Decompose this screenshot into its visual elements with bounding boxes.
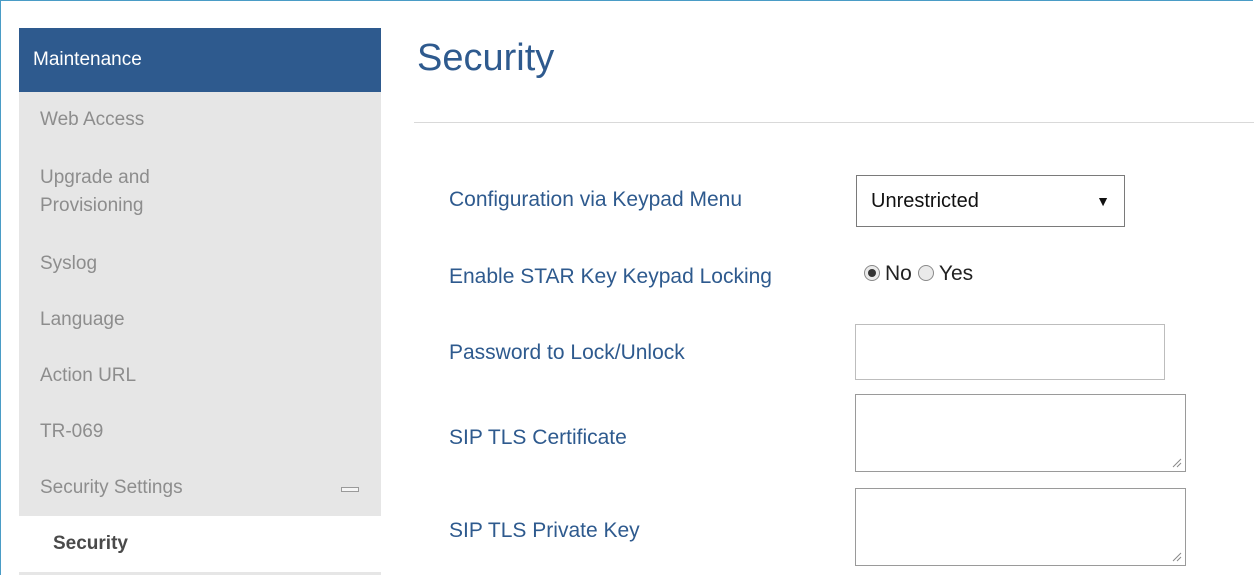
- radio-yes[interactable]: [917, 264, 934, 281]
- sidebar-divider: [19, 572, 381, 575]
- resize-grip-icon[interactable]: [1172, 552, 1182, 562]
- resize-grip-icon[interactable]: [1172, 458, 1182, 468]
- keypad-menu-label: Configuration via Keypad Menu: [449, 188, 743, 211]
- star-lock-radio-group: No Yes: [864, 262, 979, 290]
- sidebar-subitem-security[interactable]: Security: [19, 516, 381, 572]
- dropdown-arrow-icon: ▼: [1096, 193, 1110, 209]
- page-title: Security: [417, 37, 555, 79]
- radio-yes-label: Yes: [938, 262, 974, 286]
- minus-icon[interactable]: [341, 487, 359, 492]
- keypad-menu-value: Unrestricted: [871, 190, 979, 212]
- star-lock-label: Enable STAR Key Keypad Locking: [449, 265, 772, 288]
- sidebar-item-label: Upgrade and Provisioning: [40, 167, 150, 216]
- password-input[interactable]: [855, 324, 1165, 380]
- radio-no-label: No: [885, 262, 912, 286]
- sidebar-item-web-access[interactable]: Web Access: [19, 92, 381, 148]
- sidebar-item-action-url[interactable]: Action URL: [19, 348, 381, 404]
- sidebar-item-label: Security Settings: [40, 477, 183, 498]
- radio-no[interactable]: [864, 264, 880, 281]
- sidebar-item-upgrade-provisioning[interactable]: Upgrade and Provisioning: [19, 148, 381, 236]
- sidebar-item-language[interactable]: Language: [19, 292, 381, 348]
- keypad-menu-select[interactable]: Unrestricted ▼: [856, 175, 1125, 227]
- tls-cert-label: SIP TLS Certificate: [449, 426, 627, 449]
- sidebar-header: Maintenance: [19, 28, 381, 92]
- tls-key-label: SIP TLS Private Key: [449, 519, 640, 542]
- sidebar-item-security-settings[interactable]: Security Settings: [19, 460, 381, 516]
- tls-key-textarea[interactable]: [855, 488, 1186, 566]
- title-divider: [414, 122, 1254, 123]
- tls-cert-textarea[interactable]: [855, 394, 1186, 472]
- password-label: Password to Lock/Unlock: [449, 341, 685, 364]
- sidebar-item-syslog[interactable]: Syslog: [19, 236, 381, 292]
- sidebar: Maintenance Web Access Upgrade and Provi…: [19, 28, 381, 575]
- sidebar-item-tr069[interactable]: TR-069: [19, 404, 381, 460]
